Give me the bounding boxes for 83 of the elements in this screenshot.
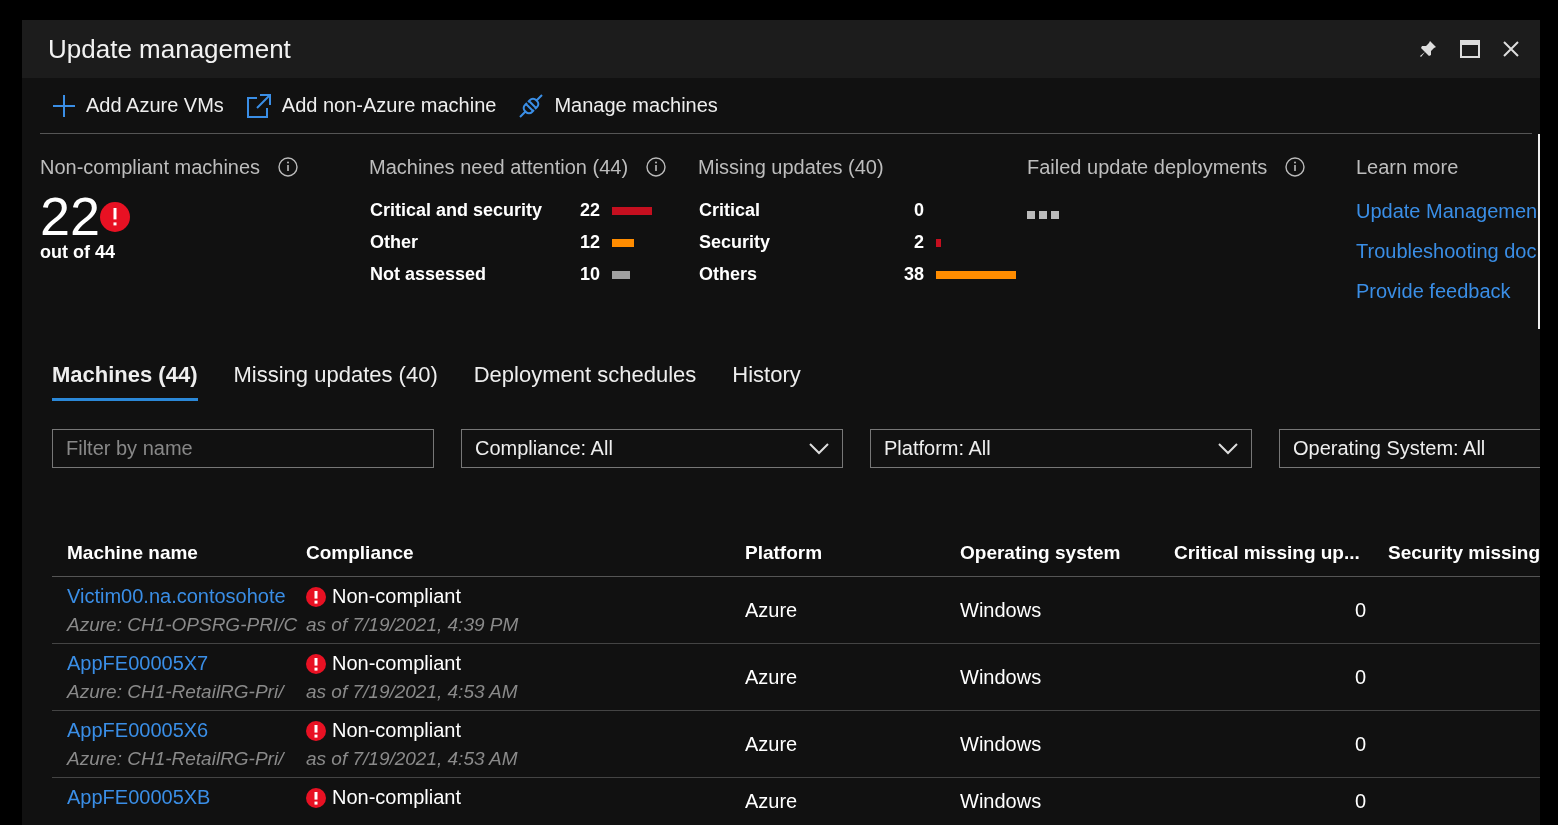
machine-link[interactable]: AppFE00005X7 xyxy=(67,652,306,675)
tab[interactable]: Deployment schedules xyxy=(473,362,697,401)
filter-field[interactable]: Filter by name xyxy=(52,429,434,468)
table-cell-text: 0 xyxy=(1353,598,1367,622)
metric-count: 22 xyxy=(578,200,600,221)
table-cell-text: Windows xyxy=(960,665,1043,689)
toolbar-button[interactable]: Add non-Azure machine xyxy=(245,92,497,119)
plus-icon xyxy=(52,93,76,118)
section-title: Learn more xyxy=(1356,155,1459,179)
metric-count: 10 xyxy=(578,264,600,285)
column-header[interactable]: Platform xyxy=(745,542,960,564)
machine-link[interactable]: AppFE00005X6 xyxy=(67,719,306,742)
resource-path: Azure: CH1-OPSRG-PRI/C xyxy=(67,614,299,636)
section-title: Missing updates (40) xyxy=(698,155,884,179)
table-cell-text: Azure xyxy=(745,789,799,813)
window-title: Update management xyxy=(48,33,292,65)
filter-dropdown[interactable]: Compliance: All xyxy=(461,429,843,468)
resource-path: Azure: CH1-RetailRG-Pri/ xyxy=(67,681,286,703)
table-cell-text: Windows xyxy=(960,598,1043,622)
external-link-icon xyxy=(245,92,272,119)
machine-link[interactable]: AppFE00005XB xyxy=(67,786,306,809)
alert-icon xyxy=(306,586,326,607)
info-icon[interactable] xyxy=(1285,157,1306,177)
filter-dropdown[interactable]: Operating System: All xyxy=(1279,429,1540,468)
info-icon[interactable] xyxy=(278,157,299,177)
column-header[interactable]: Operating system xyxy=(960,542,1174,564)
assessed-time: as of 7/19/2021, 4:53 AM xyxy=(306,681,519,703)
section-title: Failed update deployments xyxy=(1027,155,1268,179)
column-header[interactable]: Security missing xyxy=(1388,542,1540,564)
learn-more-link[interactable]: Update Managemen xyxy=(1356,200,1540,223)
machine-link[interactable]: Victim00.na.contosohote xyxy=(67,585,306,608)
metric-label: Critical and security xyxy=(370,200,544,221)
info-icon[interactable] xyxy=(646,157,667,177)
assessed-time: as of 7/19/2021, 4:39 PM xyxy=(306,614,520,636)
column-header[interactable]: Machine name xyxy=(52,542,306,564)
metric-label: Other xyxy=(370,232,419,253)
close-icon[interactable] xyxy=(1502,40,1520,58)
toolbar-button[interactable]: Manage machines xyxy=(518,92,718,119)
loading-icon xyxy=(1027,210,1059,220)
toolbar-button[interactable]: Add Azure VMs xyxy=(52,93,224,118)
metric-label: Critical xyxy=(699,200,762,221)
table-cell-text: 0 xyxy=(1353,789,1367,813)
metric-subtitle: out of 44 xyxy=(40,242,116,263)
table-cell-text: Azure xyxy=(745,732,799,756)
metric-label: Not assessed xyxy=(370,264,488,285)
section-title: Machines need attention (44) xyxy=(369,155,629,179)
metric-value: 22 xyxy=(40,190,101,242)
alert-icon xyxy=(306,787,326,808)
table-cell-text: Windows xyxy=(960,789,1043,813)
tab[interactable]: History xyxy=(732,362,801,401)
maximize-icon[interactable] xyxy=(1460,40,1480,58)
metric-label: Others xyxy=(699,264,759,285)
compliance-status: Non-compliant xyxy=(332,585,461,608)
metric-count: 38 xyxy=(902,264,924,285)
assessed-time: as of 7/19/2021, 4:53 AM xyxy=(306,748,519,770)
metric-count: 12 xyxy=(578,232,600,253)
table-cell-text: 0 xyxy=(1353,732,1367,756)
pin-icon[interactable] xyxy=(1418,39,1438,59)
table-cell-text: Azure xyxy=(745,665,799,689)
chevron-down-icon xyxy=(809,442,829,455)
table-cell-text: Windows xyxy=(960,732,1043,756)
learn-more-link[interactable]: Troubleshooting doc xyxy=(1356,240,1540,263)
alert-icon xyxy=(306,720,326,741)
metric-label: Security xyxy=(699,232,772,253)
column-header[interactable]: Compliance xyxy=(306,542,745,564)
plug-icon xyxy=(518,92,545,119)
table-cell-text: 0 xyxy=(1353,665,1367,689)
metric-count: 0 xyxy=(913,200,924,221)
alert-icon xyxy=(306,653,326,674)
resource-path: Azure: CH1-RetailRG-Pri/ xyxy=(67,748,286,770)
tab[interactable]: Missing updates (40) xyxy=(233,362,438,401)
tab[interactable]: Machines (44) xyxy=(52,362,198,401)
section-title: Non-compliant machines xyxy=(40,155,261,179)
compliance-status: Non-compliant xyxy=(332,786,461,809)
learn-more-link[interactable]: Provide feedback xyxy=(1356,280,1540,303)
table-cell-text: Azure xyxy=(745,598,799,622)
alert-icon xyxy=(100,202,131,232)
compliance-status: Non-compliant xyxy=(332,719,461,742)
metric-count: 2 xyxy=(913,232,924,253)
column-header[interactable]: Critical missing up... xyxy=(1174,542,1388,564)
compliance-status: Non-compliant xyxy=(332,652,461,675)
filter-dropdown[interactable]: Platform: All xyxy=(870,429,1252,468)
chevron-down-icon xyxy=(1218,442,1238,455)
